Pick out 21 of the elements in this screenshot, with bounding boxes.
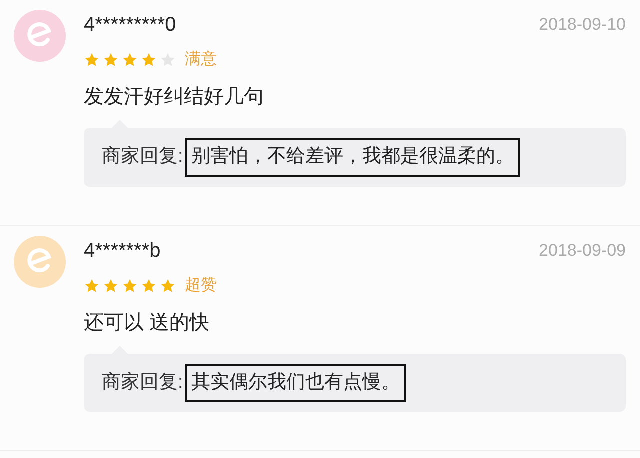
star-icon <box>160 278 176 294</box>
reply-label: 商家回复: <box>102 145 184 169</box>
star-icon <box>122 52 138 68</box>
star-icon <box>103 52 119 68</box>
review-date: 2018-09-09 <box>539 240 626 262</box>
star-icon <box>141 278 157 294</box>
star-icon <box>84 52 100 68</box>
star-icon <box>122 278 138 294</box>
star-icon <box>141 52 157 68</box>
review-comment: 还可以 送的快 <box>84 310 210 336</box>
user-name: 4*******b <box>84 238 161 264</box>
star-icon <box>103 278 119 294</box>
review-comment: 发发汗好纠结好几句 <box>84 85 264 110</box>
star-icon <box>84 278 100 294</box>
reply-text: 其实偶尔我们也有点慢。 <box>185 364 406 402</box>
rating-label: 超赞 <box>185 276 217 296</box>
rating-label: 满意 <box>185 50 217 70</box>
review-date: 2018-09-10 <box>539 14 626 36</box>
reply-text: 别害怕，不给差评，我都是很温柔的。 <box>185 138 520 176</box>
user-name: 4*********0 <box>84 13 176 38</box>
reply-label: 商家回复: <box>102 370 184 394</box>
